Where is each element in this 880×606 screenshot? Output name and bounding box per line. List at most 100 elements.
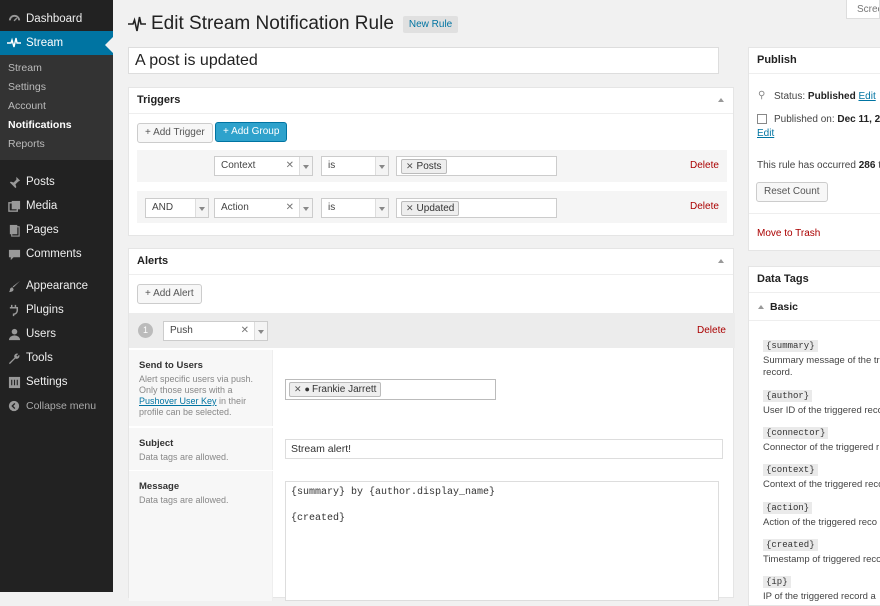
menu-settings-label: Settings bbox=[26, 376, 68, 388]
alerts-title: Alerts bbox=[137, 255, 169, 267]
collapse-icon bbox=[7, 399, 21, 413]
collapse-arrow-icon[interactable] bbox=[718, 98, 724, 102]
data-tag-code: {author} bbox=[763, 390, 813, 402]
menu-settings[interactable]: Settings bbox=[0, 370, 113, 394]
triggers-header[interactable]: Triggers bbox=[129, 88, 733, 114]
chevron-down-icon[interactable] bbox=[195, 199, 208, 217]
new-rule-button[interactable]: New Rule bbox=[402, 15, 459, 33]
menu-users[interactable]: Users bbox=[0, 322, 113, 346]
message-line: {created} bbox=[291, 513, 346, 524]
chevron-down-icon[interactable] bbox=[254, 322, 267, 340]
occurred-count: This rule has occurred 286 tim bbox=[757, 160, 880, 171]
remove-tag-icon[interactable]: ✕ bbox=[406, 203, 414, 213]
submenu-reports[interactable]: Reports bbox=[0, 135, 113, 154]
published-on: Published on: Dec 11, 20 bbox=[774, 114, 880, 125]
remove-tag-icon[interactable]: ✕ bbox=[406, 161, 414, 171]
data-tag-desc: Action of the triggered reco bbox=[763, 517, 878, 528]
trigger-field-select[interactable]: Context ✕ bbox=[214, 156, 313, 176]
chevron-down-icon[interactable] bbox=[375, 199, 388, 217]
basic-section-toggle[interactable]: Basic bbox=[758, 301, 798, 313]
trigger-operator-select[interactable]: is bbox=[321, 198, 389, 218]
collapse-menu[interactable]: Collapse menu bbox=[0, 394, 113, 418]
menu-posts-label: Posts bbox=[26, 176, 55, 188]
move-to-trash-link[interactable]: Move to Trash bbox=[757, 228, 820, 239]
data-tag: {ip} IP of the triggered record a bbox=[763, 572, 876, 603]
data-tags-header[interactable]: Data Tags bbox=[749, 267, 880, 293]
send-to-users-desc: Alert specific users via push. Only thos… bbox=[139, 374, 254, 417]
divider bbox=[749, 213, 880, 214]
subject-input[interactable]: Stream alert! bbox=[285, 439, 723, 459]
data-tag: {connector} Connector of the triggered r bbox=[763, 423, 879, 454]
trigger-field-select[interactable]: Action ✕ bbox=[214, 198, 313, 218]
submenu-notifications[interactable]: Notifications bbox=[0, 116, 113, 135]
edit-status-link[interactable]: Edit bbox=[859, 91, 876, 102]
menu-pages[interactable]: Pages bbox=[0, 218, 113, 242]
trigger-value-input[interactable]: ✕ Posts bbox=[396, 156, 557, 176]
clear-icon[interactable]: ✕ bbox=[241, 325, 249, 336]
pushover-user-key-link[interactable]: Pushover User Key bbox=[139, 396, 217, 406]
data-tag-desc: Connector of the triggered r bbox=[763, 442, 880, 453]
menu-dashboard[interactable]: Dashboard bbox=[0, 7, 113, 31]
user-icon: ● bbox=[304, 384, 310, 394]
message-textarea[interactable]: {summary} by {author.display_name} {crea… bbox=[285, 481, 719, 601]
chevron-down-icon[interactable] bbox=[299, 157, 312, 175]
trigger-value-input[interactable]: ✕ Updated bbox=[396, 198, 557, 218]
trigger-operator-value: is bbox=[328, 202, 336, 213]
menu-media[interactable]: Media bbox=[0, 194, 113, 218]
menu-plugins[interactable]: Plugins bbox=[0, 298, 113, 322]
divider bbox=[749, 320, 880, 321]
collapse-arrow-icon[interactable] bbox=[718, 259, 724, 263]
clear-icon[interactable]: ✕ bbox=[286, 160, 294, 171]
menu-appearance-label: Appearance bbox=[26, 280, 89, 292]
chevron-down-icon[interactable] bbox=[299, 199, 312, 217]
submenu-settings[interactable]: Settings bbox=[0, 78, 113, 97]
clear-icon[interactable]: ✕ bbox=[286, 202, 294, 213]
triggers-box: Triggers + Add Trigger + Add Group Conte… bbox=[128, 87, 734, 236]
edit-date-link[interactable]: Edit bbox=[757, 128, 774, 139]
trigger-relation-select[interactable]: AND bbox=[145, 198, 209, 218]
trigger-operator-select[interactable]: is bbox=[321, 156, 389, 176]
menu-tools[interactable]: Tools bbox=[0, 346, 113, 370]
triggers-title: Triggers bbox=[137, 94, 181, 106]
publish-header[interactable]: Publish bbox=[749, 48, 880, 74]
calendar-icon bbox=[757, 114, 767, 124]
submenu-stream[interactable]: Stream bbox=[0, 59, 113, 78]
menu-posts[interactable]: Posts bbox=[0, 170, 113, 194]
menu-dashboard-label: Dashboard bbox=[26, 13, 83, 25]
collapse-arrow-icon bbox=[758, 305, 764, 310]
data-tag-code: {connector} bbox=[763, 427, 829, 439]
menu-pages-label: Pages bbox=[26, 224, 59, 236]
reset-count-button[interactable]: Reset Count bbox=[756, 182, 828, 202]
message-label: Message bbox=[139, 481, 180, 492]
data-tag-code: {action} bbox=[763, 502, 813, 514]
data-tag-code: {ip} bbox=[763, 576, 791, 588]
message-line: {summary} by {author.display_name} bbox=[291, 487, 496, 498]
alerts-header[interactable]: Alerts bbox=[129, 249, 733, 275]
value-tag-label: Posts bbox=[416, 161, 442, 172]
collapse-menu-label: Collapse menu bbox=[26, 400, 97, 412]
menu-plugins-label: Plugins bbox=[26, 304, 64, 316]
chevron-down-icon[interactable] bbox=[375, 157, 388, 175]
menu-comments-label: Comments bbox=[26, 248, 82, 260]
user-tag-label: Frankie Jarrett bbox=[311, 384, 377, 395]
data-tags-title: Data Tags bbox=[757, 273, 809, 285]
rule-title-input[interactable]: A post is updated bbox=[128, 47, 719, 74]
send-to-users-input[interactable]: ✕ ● Frankie Jarrett bbox=[285, 379, 496, 400]
menu-media-label: Media bbox=[26, 200, 58, 212]
menu-comments[interactable]: Comments bbox=[0, 242, 113, 266]
add-alert-button[interactable]: + Add Alert bbox=[137, 284, 202, 304]
alert-type-select[interactable]: Push ✕ bbox=[163, 321, 268, 341]
user-tag: ✕ ● Frankie Jarrett bbox=[289, 382, 382, 397]
menu-stream[interactable]: Stream bbox=[0, 31, 113, 55]
submenu-account[interactable]: Account bbox=[0, 97, 113, 116]
add-trigger-button[interactable]: + Add Trigger bbox=[137, 123, 213, 143]
add-group-button[interactable]: + Add Group bbox=[215, 122, 288, 142]
data-tags-box: Data Tags Basic {summary} Summary messag… bbox=[748, 266, 880, 606]
menu-appearance[interactable]: Appearance bbox=[0, 274, 113, 298]
delete-trigger-link[interactable]: Delete bbox=[690, 201, 719, 212]
delete-trigger-link[interactable]: Delete bbox=[690, 160, 719, 171]
screen-options-tab[interactable]: Scree bbox=[846, 0, 880, 19]
delete-alert-link[interactable]: Delete bbox=[697, 325, 726, 336]
remove-tag-icon[interactable]: ✕ bbox=[294, 384, 302, 394]
page-header: Edit Stream Notification Rule New Rule bbox=[128, 13, 459, 35]
